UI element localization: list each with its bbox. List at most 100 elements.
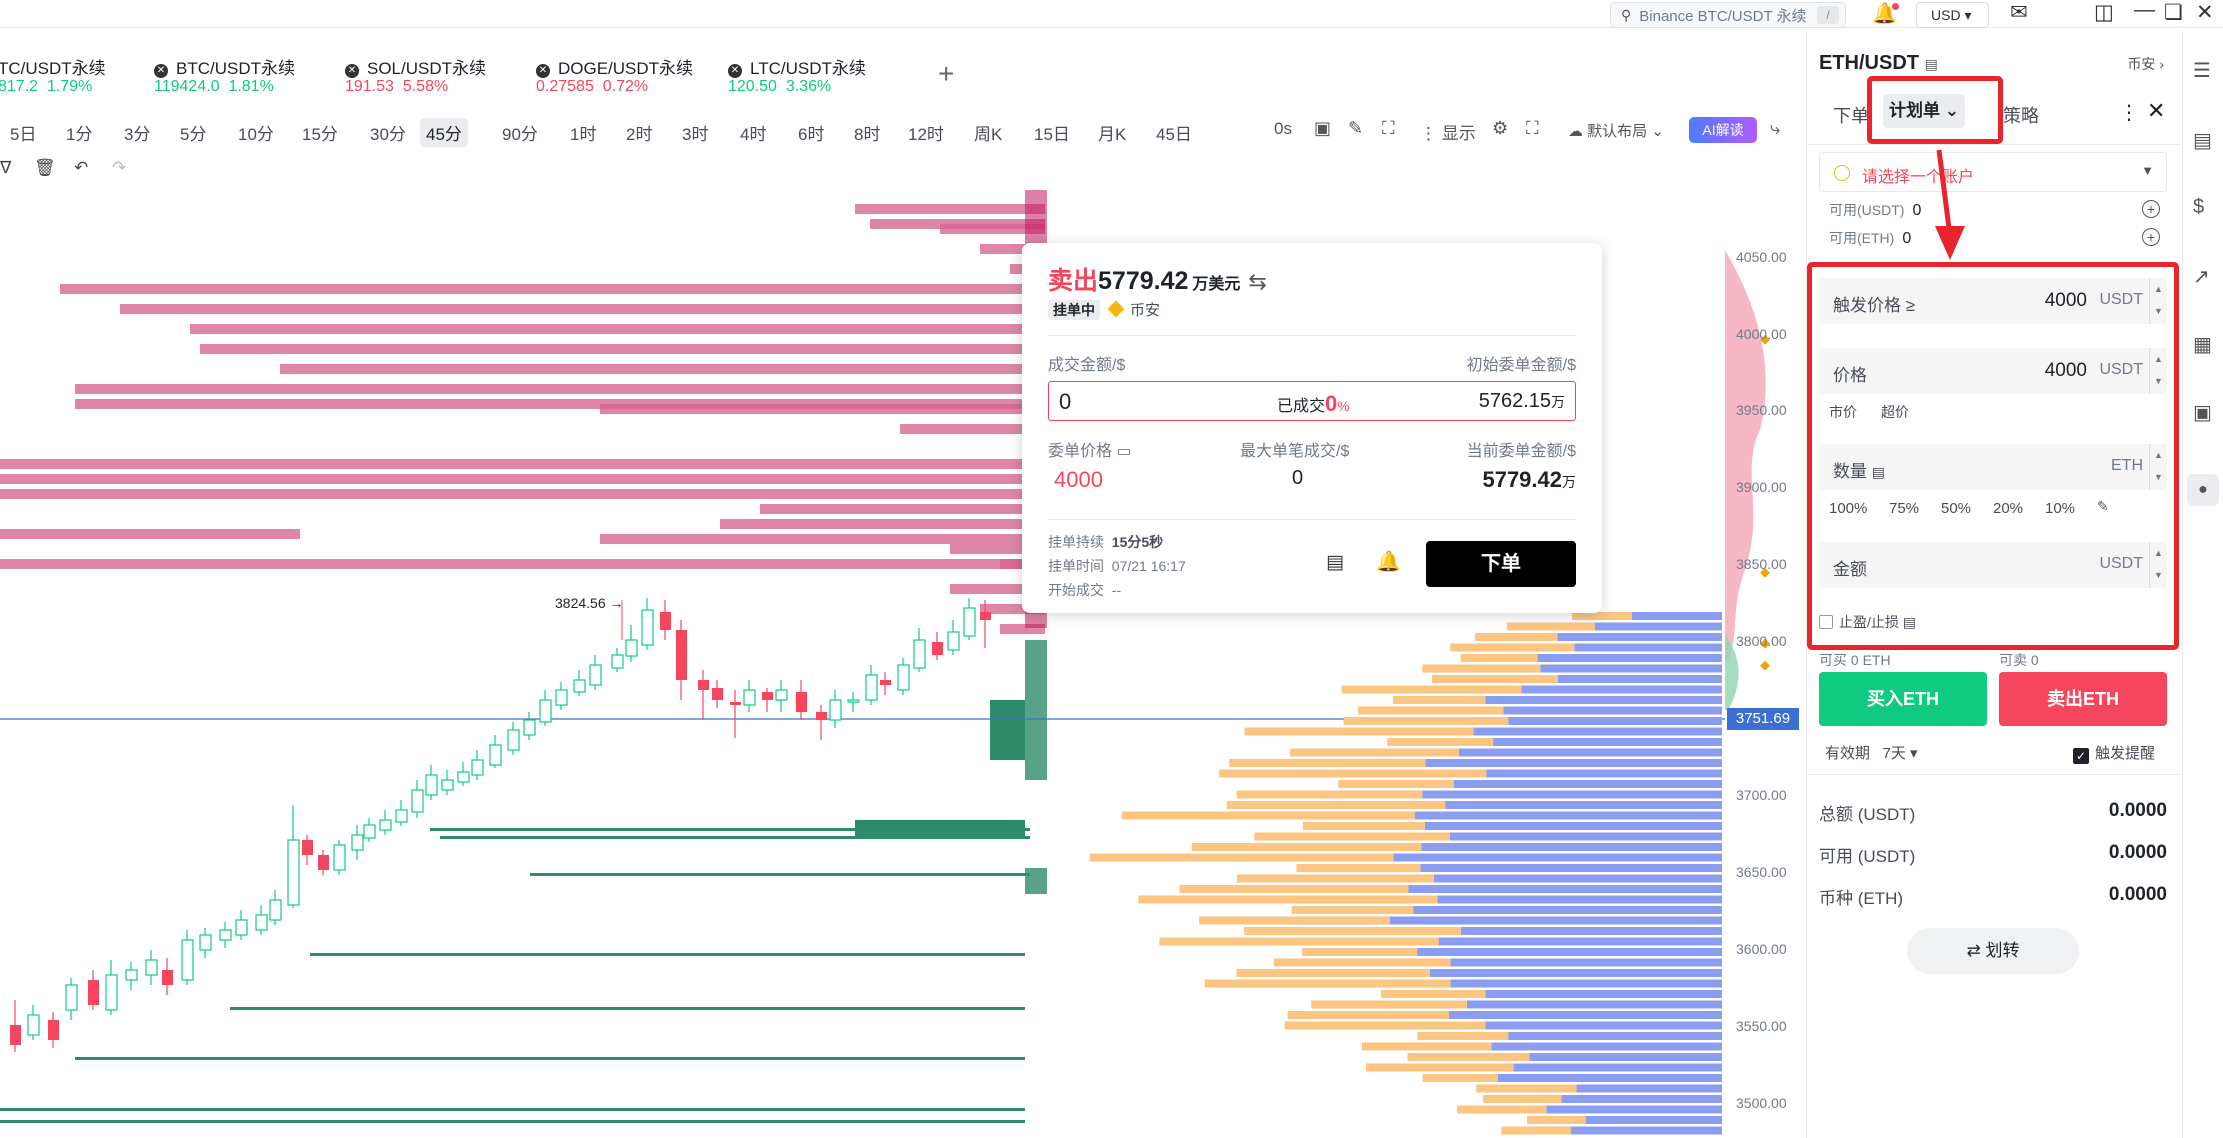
chart-icon[interactable]: ▦: [2193, 332, 2212, 357]
bid-heat-line: [230, 1007, 1025, 1010]
camera-icon[interactable]: ▣: [1314, 118, 1331, 139]
ask-heat-bar: [0, 474, 1045, 484]
bell-icon[interactable]: 🔔: [1376, 549, 1401, 574]
filled-pct-label: 已成交: [1277, 398, 1326, 415]
list-icon[interactable]: ☰: [2193, 58, 2211, 83]
can-sell-label: 可卖: [1999, 652, 2027, 668]
ticker-tab[interactable]: ✕ DOGE/USDT永续 0.27585 0.72%: [536, 54, 693, 96]
more-icon[interactable]: ⋮: [2119, 100, 2139, 125]
layout-label: 默认布局: [1587, 123, 1648, 140]
sell-eth-button[interactable]: 卖出ETH: [1999, 672, 2167, 726]
panel-symbol-text: ETH/USDT: [1819, 52, 1919, 74]
volume-bid-bar: [1570, 1126, 1722, 1135]
close-tab-icon[interactable]: ✕: [345, 64, 359, 78]
pct-sign: %: [1337, 398, 1350, 414]
crop-icon[interactable]: ⛶: [1382, 118, 1395, 139]
timeframe-4[interactable]: 10分: [232, 118, 280, 147]
validity-label: 有效期: [1825, 745, 1871, 762]
layout-select[interactable]: ☁ 默认布局 ⌄: [1568, 120, 1664, 141]
order-flow-icon[interactable]: ●: [2187, 474, 2219, 506]
close-tab-icon[interactable]: ✕: [536, 64, 550, 78]
timeframe-19[interactable]: 45日: [1150, 118, 1198, 147]
mail-icon[interactable]: ✉: [2010, 0, 2028, 25]
undo-icon[interactable]: ↶: [74, 158, 88, 178]
tab-strategy[interactable]: 策略: [2003, 102, 2039, 128]
timeframe-5[interactable]: 15分: [296, 118, 344, 147]
timeframe-7[interactable]: 45分: [420, 118, 468, 147]
timeframe-0[interactable]: 5日: [4, 118, 42, 147]
fullscreen-icon[interactable]: ⛶: [1526, 118, 1539, 139]
volume-ask-bar: [1338, 780, 1455, 788]
close-icon[interactable]: ✕: [2196, 0, 2214, 25]
currency-select[interactable]: USD ▾: [1916, 2, 1989, 28]
add-usdt-icon[interactable]: +: [2142, 200, 2160, 218]
buy-eth-button[interactable]: 买入ETH: [1819, 672, 1987, 726]
dollar-icon[interactable]: $: [2193, 196, 2204, 219]
timeframe-13[interactable]: 6时: [792, 118, 830, 147]
doc-icon[interactable]: ▤: [1925, 56, 1938, 72]
global-search-input[interactable]: ⚲ Binance BTC/USDT 永续 /: [1610, 2, 1846, 28]
timeframe-16[interactable]: 周K: [968, 118, 1008, 147]
place-order-button[interactable]: 下单: [1426, 541, 1576, 587]
add-tab-button[interactable]: +: [938, 58, 954, 90]
document-icon[interactable]: ▤: [2193, 128, 2212, 153]
candle-body: [302, 840, 313, 855]
tab-order[interactable]: 下单: [1833, 102, 1869, 128]
display-button[interactable]: ⋮ 显示: [1420, 119, 1476, 144]
timeframe-15[interactable]: 12时: [902, 118, 950, 147]
timeframe-3[interactable]: 5分: [174, 118, 212, 147]
avail-eth-label: 可用(ETH): [1829, 230, 1895, 246]
ticker-tab[interactable]: ✕ BTC/USDT永续 119424.0 1.81%: [154, 54, 295, 96]
transfer-button[interactable]: ⇄ 划转: [1907, 928, 2079, 974]
timeframe-10[interactable]: 2时: [620, 118, 658, 147]
panel-exchange[interactable]: 币安 ›: [2127, 54, 2164, 74]
restore-icon[interactable]: ❏: [2164, 0, 2183, 25]
validity-select[interactable]: 有效期 7天 ▾: [1825, 742, 1918, 763]
trend-icon[interactable]: ↗: [2193, 264, 2210, 289]
candle-body: [523, 719, 536, 736]
ai-analysis-button[interactable]: AI解读: [1689, 117, 1757, 143]
volume-ask-bar: [1244, 927, 1461, 935]
timeframe-17[interactable]: 15日: [1028, 118, 1076, 147]
divider: [1807, 774, 2181, 775]
candle-body: [865, 674, 878, 701]
layout-icon[interactable]: ◫: [2094, 0, 2114, 25]
swap-icon[interactable]: ⇆: [1248, 269, 1266, 294]
timeframe-9[interactable]: 1时: [564, 118, 602, 147]
timeframe-2[interactable]: 3分: [118, 118, 156, 147]
clipboard-icon[interactable]: ▤: [1326, 551, 1344, 574]
ticker-tab[interactable]: ✕ SOL/USDT永续 191.53 5.58%: [345, 54, 486, 96]
ask-heat-bar: [280, 364, 1045, 374]
account-select[interactable]: 请选择一个账户 ▼: [1819, 152, 2167, 192]
redo-icon[interactable]: ↷: [112, 158, 126, 178]
timeframe-18[interactable]: 月K: [1092, 118, 1132, 147]
minimize-icon[interactable]: —: [2134, 0, 2155, 22]
candle-body: [625, 639, 638, 657]
timeframe-8[interactable]: 90分: [496, 118, 544, 147]
trash-icon[interactable]: 🗑: [34, 158, 56, 178]
settings-icon[interactable]: ⚙: [1492, 118, 1508, 139]
currency-value: USD: [1931, 7, 1961, 23]
unit-wan: 万: [1562, 474, 1576, 490]
close-panel-icon[interactable]: ✕: [2147, 98, 2165, 124]
ticker-tab[interactable]: TC/USDT永续 817.2 1.79%: [0, 54, 106, 96]
share-icon[interactable]: ⤷: [1770, 118, 1780, 139]
volume-bid-bar: [1557, 675, 1722, 683]
timeframe-12[interactable]: 4时: [734, 118, 772, 147]
trigger-alert-checkbox[interactable]: ✓ 触发提醒: [2073, 742, 2155, 764]
ticker-tab[interactable]: ✕ LTC/USDT永续 120.50 3.36%: [728, 54, 866, 96]
timeframe-11[interactable]: 3时: [676, 118, 714, 147]
timeframe-1[interactable]: 1分: [60, 118, 98, 147]
timeframe-14[interactable]: 8时: [848, 118, 886, 147]
volume-ask-bar: [1302, 948, 1418, 956]
add-eth-icon[interactable]: +: [2142, 228, 2160, 246]
candle-body: [235, 919, 248, 936]
close-tab-icon[interactable]: ✕: [154, 64, 168, 78]
current-amount-label: 当前委单金额/$: [1466, 443, 1576, 460]
filter-icon[interactable]: ∇: [0, 158, 11, 178]
timeframe-6[interactable]: 30分: [364, 118, 412, 147]
wallet-icon[interactable]: ▣: [2193, 400, 2212, 425]
close-tab-icon[interactable]: ✕: [728, 64, 742, 78]
bell-icon[interactable]: 🔔: [1872, 1, 1899, 26]
pencil-icon[interactable]: ✎: [1348, 118, 1363, 139]
